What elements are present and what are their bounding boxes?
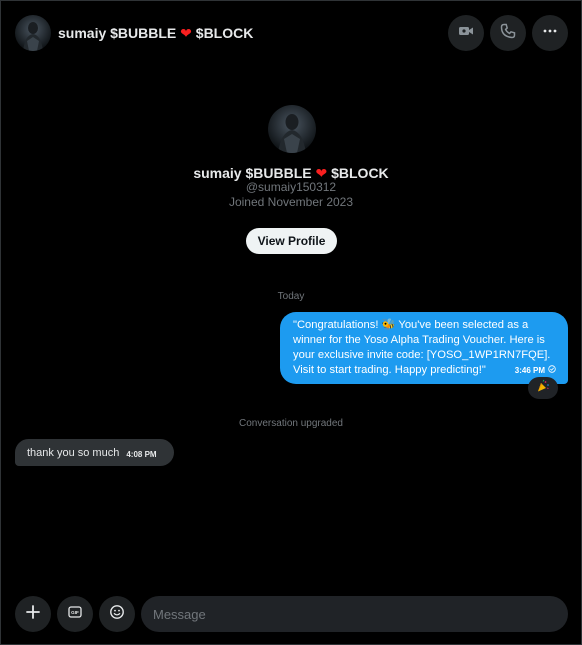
timestamp-text: 3:46 PM	[514, 366, 545, 375]
video-call-icon	[458, 23, 474, 44]
received-message-bubble[interactable]: thank you so much 4:08 PM	[15, 439, 174, 466]
conversation-upgraded-notice: Conversation upgraded	[239, 418, 343, 429]
message-text: thank you so much	[27, 446, 120, 459]
gif-icon: GIF	[67, 604, 83, 625]
phone-icon	[500, 23, 516, 44]
heart-emoji: ❤	[180, 25, 192, 41]
profile-handle: @sumaiy150312	[245, 180, 337, 194]
more-options-button[interactable]	[532, 15, 568, 51]
profile-joined-date: Joined November 2023	[228, 195, 354, 209]
party-popper-icon	[536, 379, 550, 398]
message-input[interactable]	[141, 596, 568, 632]
emoji-icon	[109, 604, 125, 625]
video-call-button[interactable]	[448, 15, 484, 51]
day-separator: Today	[277, 291, 305, 302]
message-timestamp: 4:08 PM	[126, 449, 157, 459]
conversation-header: sumaiy $BUBBLE ❤ $BLOCK	[0, 0, 582, 66]
header-name-suffix: $BLOCK	[195, 25, 254, 41]
gif-button[interactable]: GIF	[57, 596, 93, 632]
header-name-text: sumaiy $BUBBLE	[58, 25, 177, 41]
sent-message-bubble[interactable]: "Congratulations! 🐝 You've been selected…	[280, 312, 568, 384]
avatar[interactable]	[15, 15, 51, 51]
svg-text:GIF: GIF	[71, 610, 79, 615]
read-check-icon	[548, 363, 556, 378]
heart-emoji: ❤	[315, 165, 328, 181]
profile-avatar[interactable]	[268, 105, 316, 153]
header-display-name[interactable]: sumaiy $BUBBLE ❤ $BLOCK	[58, 25, 253, 42]
message-reaction[interactable]	[528, 377, 558, 399]
profile-name-text: sumaiy $BUBBLE	[193, 165, 312, 181]
message-timestamp: 3:46 PM	[515, 363, 556, 378]
profile-name-suffix: $BLOCK	[331, 165, 389, 181]
view-profile-button[interactable]: View Profile	[246, 228, 337, 254]
add-media-button[interactable]	[15, 596, 51, 632]
phone-call-button[interactable]	[490, 15, 526, 51]
add-icon	[25, 604, 41, 625]
more-icon	[542, 23, 558, 44]
emoji-button[interactable]	[99, 596, 135, 632]
